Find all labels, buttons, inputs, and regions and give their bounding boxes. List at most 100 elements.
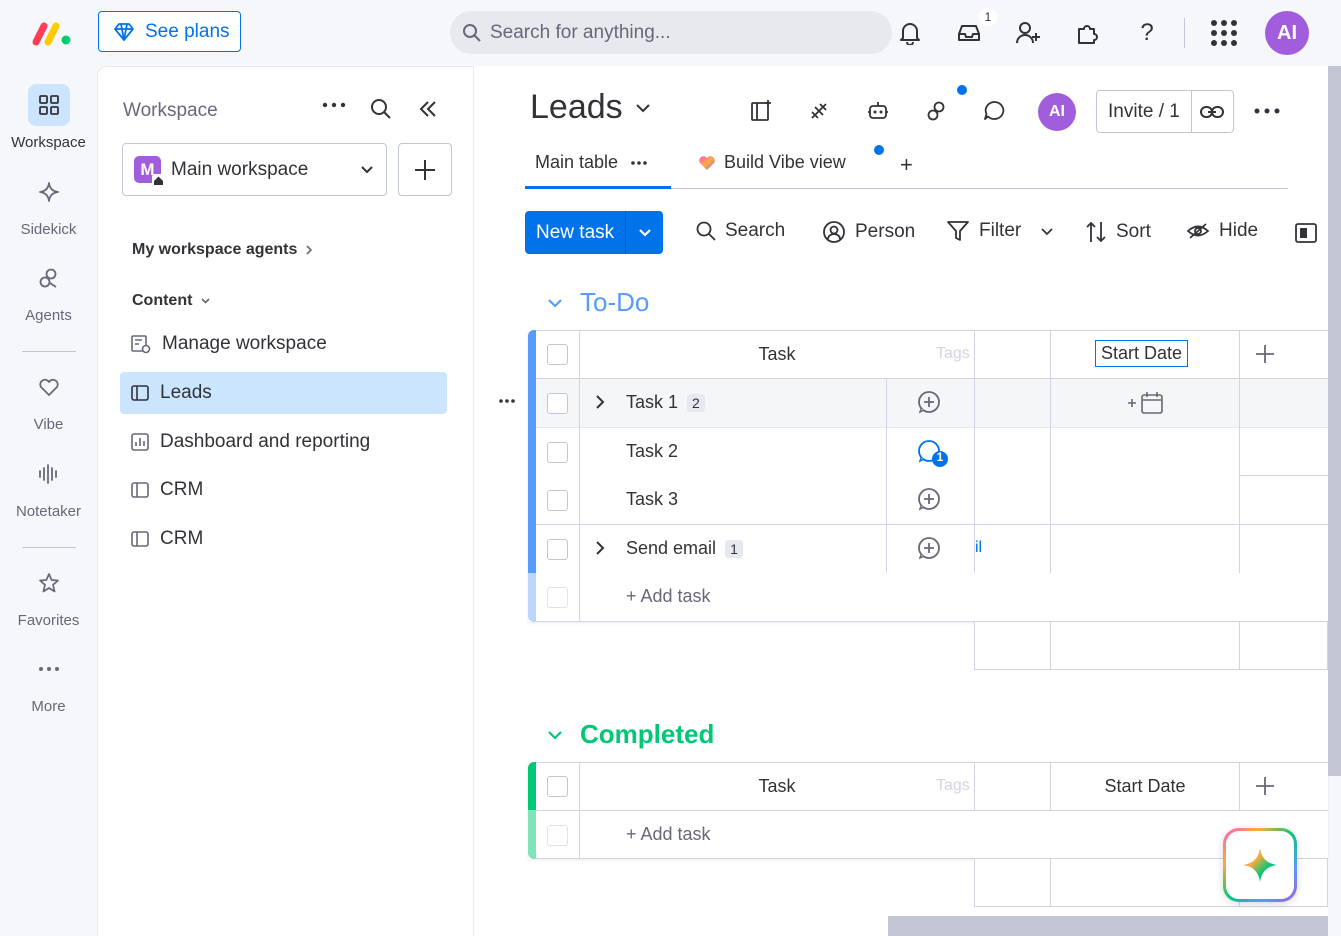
monday-logo-icon[interactable] <box>30 18 74 48</box>
add-update-icon[interactable] <box>917 390 941 414</box>
workspace-search-icon[interactable] <box>370 98 392 120</box>
add-task-row[interactable]: + Add task <box>626 586 711 607</box>
row-checkbox[interactable] <box>547 442 568 463</box>
clipped-cell-text: il <box>975 539 983 556</box>
expand-chevron-icon[interactable] <box>595 540 605 556</box>
select-all-checkbox[interactable] <box>547 344 568 365</box>
rail-label: More <box>31 698 66 715</box>
add-item-button[interactable] <box>398 143 452 196</box>
invite-button[interactable]: Invite / 1 <box>1096 90 1234 133</box>
col-border <box>886 379 887 573</box>
group-header-todo[interactable]: To-Do <box>546 287 649 318</box>
tab-main-table[interactable]: Main table <box>535 152 648 173</box>
add-update-icon[interactable] <box>917 487 941 511</box>
agents-icon[interactable] <box>922 96 952 126</box>
add-task-row[interactable]: + Add task <box>626 824 711 845</box>
add-column-plus-icon[interactable] <box>1255 344 1275 364</box>
notification-dot <box>957 85 967 95</box>
app-switcher-grid-icon[interactable] <box>1207 16 1241 50</box>
ai-assistant-button[interactable] <box>1223 828 1297 902</box>
rail-item-notetaker[interactable]: Notetaker <box>0 453 97 520</box>
column-header-task[interactable]: Task <box>580 776 974 797</box>
collapse-panel-icon[interactable] <box>418 99 438 119</box>
row-checkbox[interactable] <box>547 393 568 414</box>
row-border <box>536 427 1328 428</box>
rail-item-favorites[interactable]: Favorites <box>0 562 97 629</box>
add-update-icon[interactable] <box>917 536 941 560</box>
automate-robot-icon[interactable] <box>863 96 893 126</box>
invite-member-icon[interactable] <box>1011 16 1045 50</box>
vertical-scrollbar[interactable] <box>1328 66 1341 776</box>
search-tool[interactable]: Search <box>696 220 785 242</box>
col-border <box>974 762 975 810</box>
workspace-selector[interactable]: M Main workspace <box>122 143 387 196</box>
task-name-cell[interactable]: Task 3 <box>626 489 678 510</box>
rail-item-agents[interactable]: Agents <box>0 257 97 324</box>
layout-toggle-icon[interactable] <box>1295 223 1317 243</box>
nav-item-leads[interactable]: Leads <box>120 372 447 414</box>
column-header-task[interactable]: Task <box>580 344 974 365</box>
apps-puzzle-icon[interactable] <box>1070 16 1104 50</box>
sparkle-icon <box>28 171 70 213</box>
expand-chevron-icon[interactable] <box>595 394 605 410</box>
content-section[interactable]: Content <box>132 292 211 310</box>
row-menu-icon[interactable] <box>498 398 516 404</box>
add-view-button[interactable]: + <box>900 152 913 178</box>
nav-item-crm[interactable]: CRM <box>120 518 447 560</box>
copy-link-icon[interactable] <box>1192 105 1233 119</box>
ghost-column-header: Tags <box>936 345 970 362</box>
group-header-completed[interactable]: Completed <box>546 719 714 750</box>
tab-build-vibe-view[interactable]: Build Vibe view <box>698 152 846 173</box>
grid-icon <box>27 84 70 126</box>
rail-divider <box>22 351 76 352</box>
hide-tool[interactable]: Hide <box>1186 220 1258 242</box>
filter-icon <box>946 220 970 242</box>
nav-item-dashboard[interactable]: Dashboard and reporting <box>120 421 447 463</box>
horizontal-scrollbar[interactable] <box>888 916 1328 936</box>
new-task-button[interactable]: New task <box>525 211 663 254</box>
filter-tool[interactable]: Filter <box>946 220 1054 242</box>
rail-item-more[interactable]: More <box>0 648 97 715</box>
person-icon <box>822 220 846 244</box>
row-border <box>536 524 1328 525</box>
nav-item-crm[interactable]: CRM <box>120 469 447 511</box>
top-bar: See plans Search for anything... 1 ? AI <box>0 0 1341 66</box>
column-header-start-date[interactable]: Start Date <box>1051 776 1239 797</box>
row-checkbox[interactable] <box>547 539 568 560</box>
select-all-checkbox[interactable] <box>547 776 568 797</box>
help-icon[interactable]: ? <box>1130 16 1164 50</box>
global-search-input[interactable]: Search for anything... <box>450 11 892 54</box>
nav-item-manage-workspace[interactable]: Manage workspace <box>120 323 447 365</box>
search-placeholder: Search for anything... <box>490 21 671 43</box>
sort-tool[interactable]: Sort <box>1085 220 1151 244</box>
new-task-label: New task <box>525 211 627 254</box>
integrate-icon[interactable] <box>804 96 834 126</box>
board-user-avatar[interactable]: AI <box>1038 93 1076 131</box>
chevron-down-icon[interactable] <box>1040 227 1054 236</box>
tab-options-icon[interactable] <box>630 160 648 166</box>
add-column-plus-icon[interactable] <box>1255 776 1275 796</box>
chevron-down-icon[interactable] <box>626 228 663 237</box>
rail-label: Workspace <box>11 134 86 151</box>
task-name-cell[interactable]: Send email 1 <box>626 538 743 559</box>
board-more-icon[interactable] <box>1254 107 1280 115</box>
rail-item-workspace[interactable]: Workspace <box>0 84 97 151</box>
rail-item-sidekick[interactable]: Sidekick <box>0 171 97 238</box>
person-filter[interactable]: Person <box>822 220 915 244</box>
board-title[interactable]: Leads <box>530 88 651 127</box>
chevron-down-icon <box>360 165 374 174</box>
workspace-options-icon[interactable] <box>322 101 346 109</box>
task-name-cell[interactable]: Task 1 2 <box>626 392 705 413</box>
row-checkbox[interactable] <box>547 490 568 511</box>
rail-item-vibe[interactable]: Vibe <box>0 366 97 433</box>
add-date-calendar-icon[interactable] <box>1126 391 1166 415</box>
task-name-cell[interactable]: Task 2 <box>626 441 678 462</box>
updates-chat-icon[interactable] <box>979 96 1009 126</box>
notifications-bell-icon[interactable] <box>893 16 927 50</box>
column-header-start-date[interactable]: Start Date <box>1095 340 1189 367</box>
user-avatar[interactable]: AI <box>1265 11 1309 55</box>
rail-label: Sidekick <box>20 221 77 238</box>
workspace-agents-section[interactable]: My workspace agents <box>132 241 313 259</box>
see-plans-button[interactable]: See plans <box>98 11 241 52</box>
sidekick-panel-icon[interactable] <box>746 96 776 126</box>
